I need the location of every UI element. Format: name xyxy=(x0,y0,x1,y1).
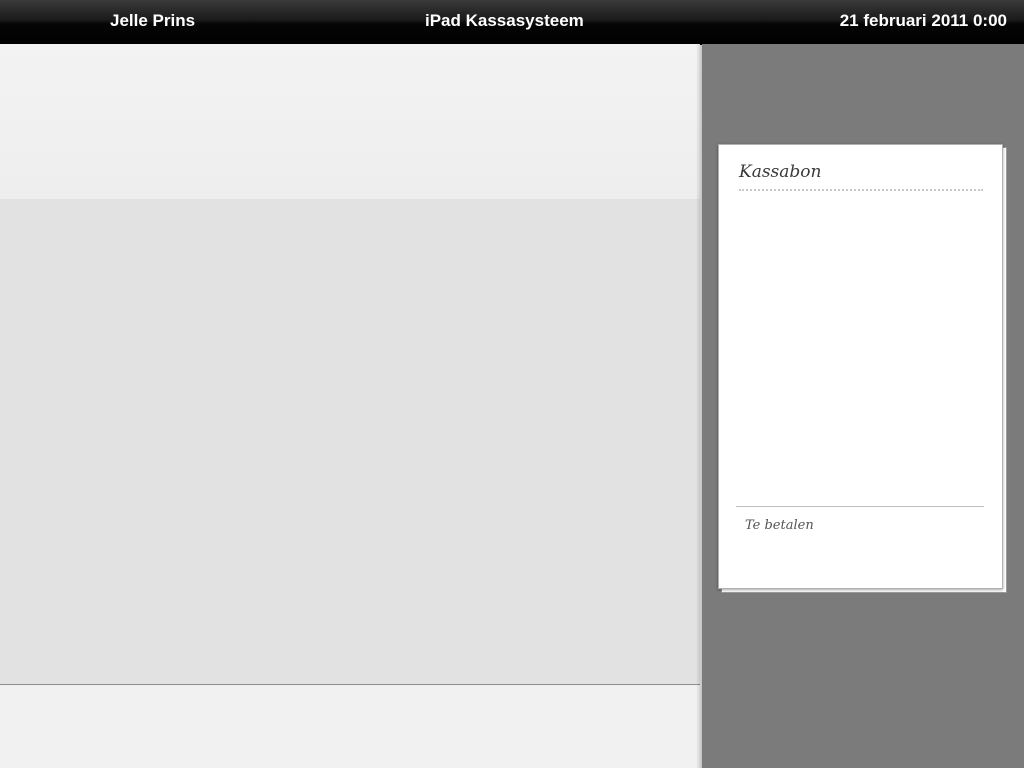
app-title: iPad Kassasysteem xyxy=(425,11,584,30)
product-area[interactable] xyxy=(0,199,700,685)
receipt-dotted-divider xyxy=(739,189,983,191)
receipt: Kassabon Te betalen xyxy=(718,144,1003,589)
receipt-title: Kassabon xyxy=(739,162,822,182)
receipt-total-divider xyxy=(736,506,984,507)
total-label: Te betalen xyxy=(745,518,814,533)
receipt-item-list[interactable] xyxy=(739,197,983,497)
bottom-panel xyxy=(0,685,700,768)
status-bar: Jelle Prins iPad Kassasysteem 21 februar… xyxy=(0,0,1024,45)
category-panel xyxy=(0,44,700,199)
user-name: Jelle Prins xyxy=(110,11,196,30)
date-time: 21 februari 2011 0:00 xyxy=(839,11,1007,30)
main-pane xyxy=(0,44,700,768)
